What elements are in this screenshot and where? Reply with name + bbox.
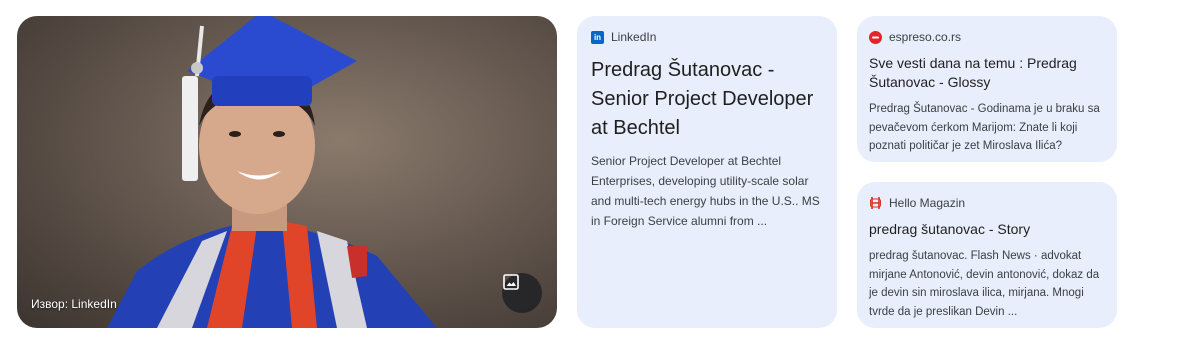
result-card-hello-magazin[interactable]: Hello Magazin predrag šutanovac - Story … <box>857 182 1117 328</box>
card-source-label: Hello Magazin <box>889 196 966 210</box>
card-snippet: Predrag Šutanovac - Godinama je u braku … <box>869 103 1100 152</box>
card-snippet: Senior Project Developer at Bechtel Ente… <box>591 154 820 228</box>
result-card-espreso[interactable]: espreso.co.rs Sve vesti dana na temu : P… <box>857 16 1117 162</box>
card-title[interactable]: predrag šutanovac - Story <box>869 220 1105 239</box>
graduate-photo <box>107 16 437 328</box>
hero-image-card[interactable]: Извор: LinkedIn <box>17 16 557 328</box>
card-source: in LinkedIn <box>591 30 823 44</box>
card-title[interactable]: Predrag Šutanovac - Senior Project Devel… <box>591 56 823 143</box>
hello-magazin-icon <box>869 197 882 210</box>
card-title[interactable]: Sve vesti dana na temu : Predrag Šutanov… <box>869 54 1105 92</box>
image-source-label: Извор: LinkedIn <box>31 297 117 311</box>
card-source-label: espreso.co.rs <box>889 30 962 44</box>
result-card-linkedin[interactable]: in LinkedIn Predrag Šutanovac - Senior P… <box>577 16 837 328</box>
image-icon <box>503 274 519 290</box>
view-image-button[interactable] <box>502 273 542 313</box>
card-snippet: predrag šutanovac. Flash News · advokat … <box>869 250 1100 318</box>
card-source-label: LinkedIn <box>611 30 657 44</box>
card-source: Hello Magazin <box>869 196 1105 210</box>
espreso-logo-icon <box>869 30 882 44</box>
linkedin-icon: in <box>591 30 604 44</box>
card-source: espreso.co.rs <box>869 30 1105 44</box>
